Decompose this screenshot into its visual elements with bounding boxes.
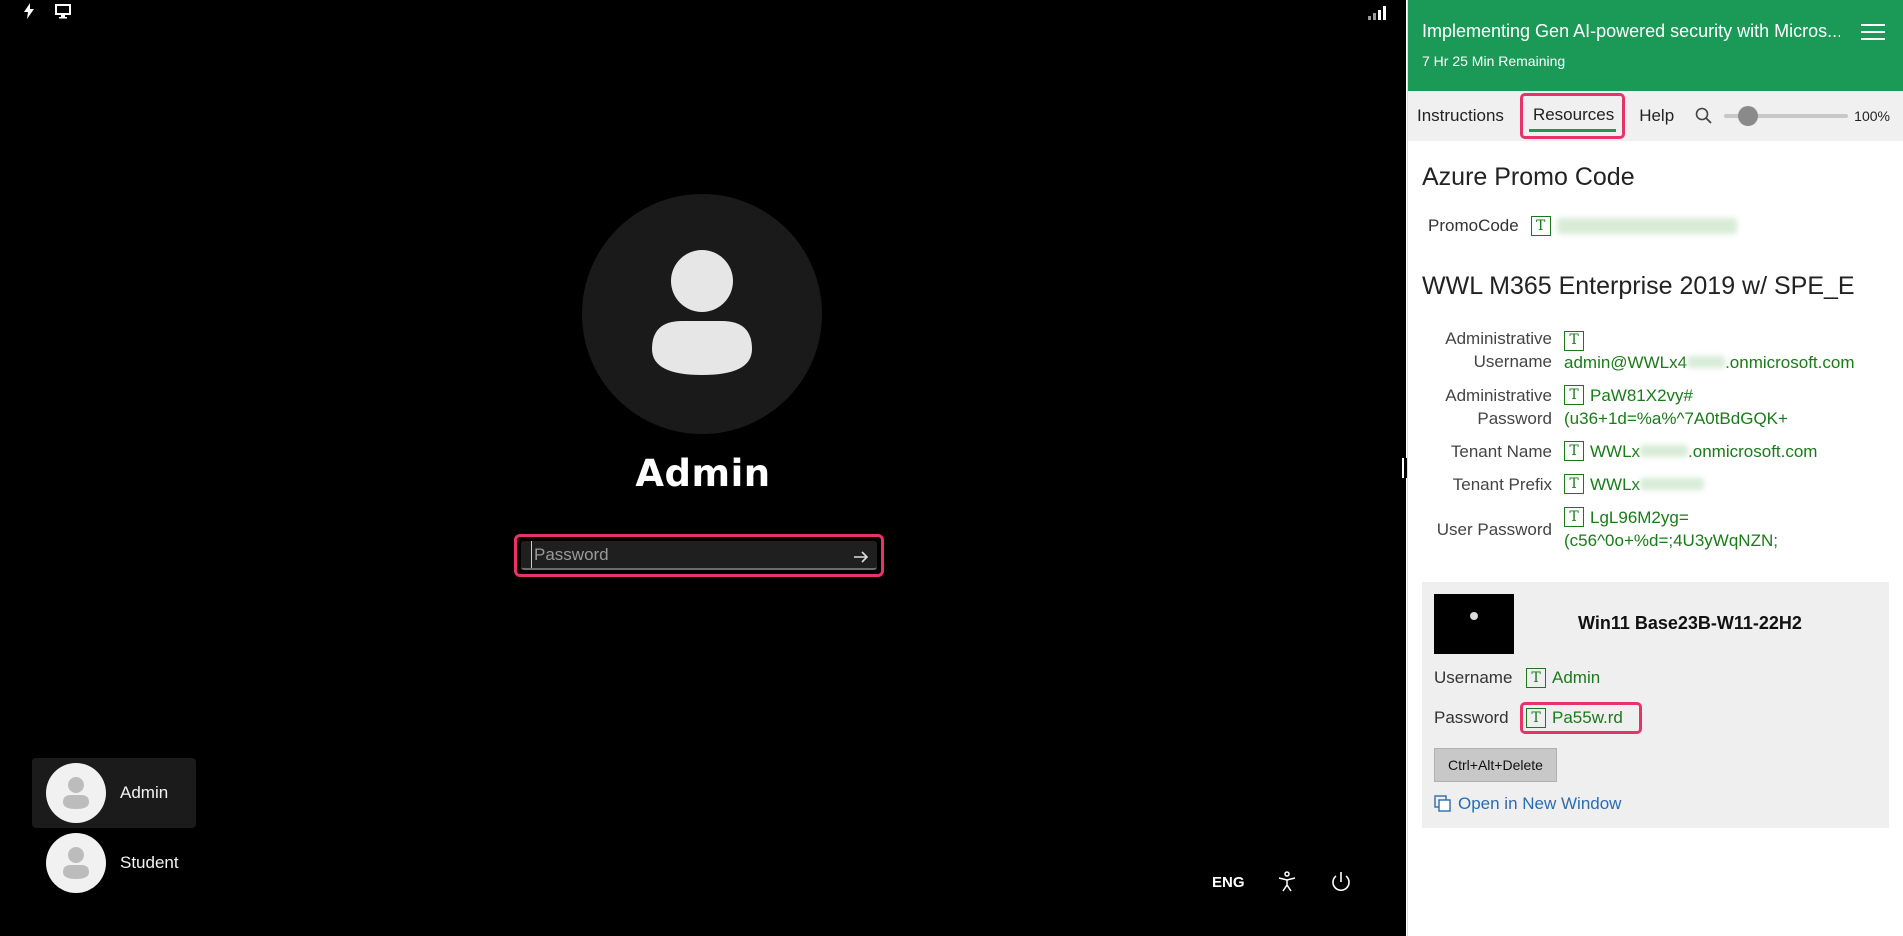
zoom-icon xyxy=(1694,106,1714,126)
admin-username-label: Administrative Username xyxy=(1445,329,1552,371)
promo-heading: Azure Promo Code xyxy=(1422,163,1635,191)
lab-header: Implementing Gen AI-powered security wit… xyxy=(1408,0,1903,91)
panel-tabs: Instructions Resources Help 100% xyxy=(1408,91,1903,141)
zoom-value: 100% xyxy=(1854,108,1890,124)
tenant-heading: WWL M365 Enterprise 2019 w/ SPE_E xyxy=(1422,272,1855,300)
user-option-label: Admin xyxy=(120,783,169,802)
network-signal-icon xyxy=(1368,6,1386,20)
tenant-prefix-value: T WWLx xyxy=(1564,473,1889,496)
open-new-window-label: Open in New Window xyxy=(1458,793,1622,813)
tab-resources-highlight: Resources xyxy=(1519,93,1626,139)
vm-password-value: Pa55w.rd xyxy=(1552,707,1623,727)
vm-password-label: Password xyxy=(1434,707,1509,727)
vm-card-header: Win11 Base23B-W11-22H2 xyxy=(1434,593,1877,654)
tab-help[interactable]: Help xyxy=(1631,106,1682,126)
admin-password-label: Administrative Password xyxy=(1445,385,1552,428)
tenant-name-label: Tenant Name xyxy=(1450,441,1552,461)
user-option-label: Student xyxy=(120,853,179,872)
external-window-icon xyxy=(1434,794,1452,813)
user-password-value: T LgL96M2yg= (c56^0o+%d=;4U3yWqNZN; xyxy=(1564,507,1778,550)
avatar xyxy=(46,763,106,823)
vm-toolbar xyxy=(20,2,72,20)
person-icon xyxy=(63,847,89,879)
vm-password-row: Password T Pa55w.rd xyxy=(1434,701,1877,734)
tenant-credentials: Administrative Username T admin@WWLx4 .on… xyxy=(1422,327,1889,552)
lab-title: Implementing Gen AI-powered security wit… xyxy=(1422,21,1840,41)
type-text-icon[interactable]: T xyxy=(1564,330,1584,351)
active-tab-indicator xyxy=(1528,129,1617,132)
vm-display[interactable]: Admin Admin Student ENG xyxy=(0,0,1406,936)
user-option-student[interactable]: Student xyxy=(32,828,196,898)
user-option-admin[interactable]: Admin xyxy=(32,758,196,828)
tab-resources[interactable]: Resources xyxy=(1533,100,1614,130)
vm-name: Win11 Base23B-W11-22H2 xyxy=(1578,613,1802,633)
time-remaining: 7 Hr 25 Min Remaining xyxy=(1422,53,1566,69)
resources-content: Azure Promo Code PromoCode T WWL M365 En… xyxy=(1408,163,1903,828)
signin-user-name: Admin xyxy=(635,452,771,495)
type-text-icon[interactable]: T xyxy=(1526,667,1546,688)
accessibility-icon[interactable] xyxy=(1275,870,1299,894)
open-new-window-link[interactable]: Open in New Window xyxy=(1434,794,1877,814)
password-field[interactable] xyxy=(521,541,877,570)
type-text-icon[interactable]: T xyxy=(1564,474,1584,494)
promo-value-redacted xyxy=(1556,218,1737,234)
password-highlight xyxy=(514,534,884,577)
promo-row: PromoCode T xyxy=(1422,216,1889,236)
power-icon[interactable] xyxy=(1329,870,1353,894)
vm-username-value: Admin xyxy=(1552,667,1601,687)
lab-panel: Implementing Gen AI-powered security wit… xyxy=(1407,0,1903,936)
zoom-slider[interactable] xyxy=(1724,106,1849,126)
admin-username-value: T admin@WWLx4 .onmicrosoft.com xyxy=(1564,330,1855,372)
tenant-name-value: T WWLx .onmicrosoft.com xyxy=(1564,440,1889,463)
type-text-icon[interactable]: T xyxy=(1564,385,1584,405)
password-input[interactable] xyxy=(531,541,831,568)
person-icon xyxy=(652,250,752,375)
user-switcher: Admin Student xyxy=(32,758,196,898)
user-password-label: User Password xyxy=(1436,519,1552,539)
vm-username-label: Username xyxy=(1434,667,1513,687)
system-tray: ENG xyxy=(1212,870,1353,894)
person-icon xyxy=(63,777,89,809)
user-avatar xyxy=(582,194,822,434)
type-text-icon[interactable]: T xyxy=(1530,216,1551,236)
tab-instructions[interactable]: Instructions xyxy=(1409,106,1512,126)
vm-username-row: Username T Admin xyxy=(1434,667,1877,688)
lightning-icon[interactable] xyxy=(20,2,38,20)
promo-label: PromoCode xyxy=(1428,216,1519,235)
zoom-slider-thumb[interactable] xyxy=(1737,106,1758,126)
avatar xyxy=(46,833,106,893)
submit-arrow-icon[interactable] xyxy=(851,547,871,567)
admin-password-value: T PaW81X2vy# (u36+1d=%a%^7A0tBdGQK+ xyxy=(1564,385,1788,428)
monitor-icon[interactable] xyxy=(54,2,72,20)
type-text-icon[interactable]: T xyxy=(1564,441,1584,461)
ctrl-alt-delete-button[interactable]: Ctrl+Alt+Delete xyxy=(1434,747,1557,782)
tenant-prefix-label: Tenant Prefix xyxy=(1452,474,1552,494)
menu-icon[interactable] xyxy=(1861,24,1885,45)
vm-thumbnail[interactable] xyxy=(1434,593,1514,654)
type-text-icon[interactable]: T xyxy=(1526,707,1546,728)
type-text-icon[interactable]: T xyxy=(1564,507,1584,527)
language-indicator[interactable]: ENG xyxy=(1212,874,1245,891)
vm-card: Win11 Base23B-W11-22H2 Username T Admin P… xyxy=(1422,581,1889,828)
vm-password-highlight: T Pa55w.rd xyxy=(1520,701,1642,734)
